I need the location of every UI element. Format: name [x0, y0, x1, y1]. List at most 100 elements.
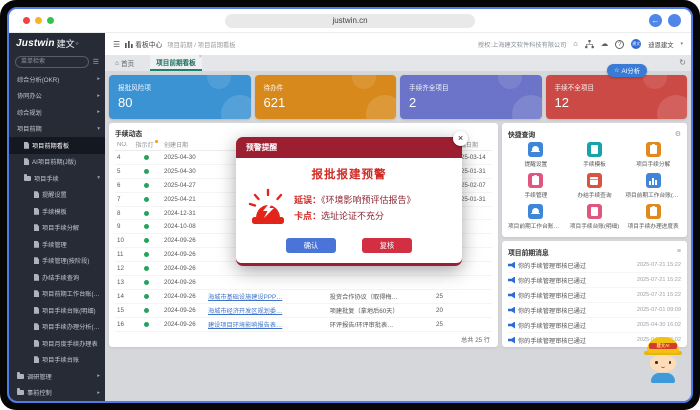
blocker-line: 卡点：选址论证不充分 — [294, 208, 450, 224]
mascot-label: 建文AI — [649, 343, 677, 349]
tab-dashboard[interactable]: 项目前期看板 × — [150, 55, 202, 71]
sidebar-item[interactable]: AI项目前期(J版) — [9, 154, 105, 171]
sidebar-item[interactable]: 项目手续 ▾ — [9, 170, 105, 187]
sidebar-item[interactable]: 项目前期看板 — [9, 137, 105, 154]
quick-link[interactable]: 手续管理 — [508, 173, 564, 199]
kpi-card[interactable]: 手续不全项目 12 — [546, 75, 688, 119]
green-light-icon — [144, 155, 149, 160]
review-button[interactable]: 复核 — [362, 238, 412, 253]
sidebar-item[interactable]: 项目前期工作台账(模版) — [9, 286, 105, 303]
kpi-card[interactable]: 手续齐全项目 2 — [400, 75, 542, 119]
siren-icon — [248, 188, 288, 228]
row-number: 13 — [115, 279, 132, 286]
sidebar-item[interactable]: 项目手续办理分析(按阶… — [9, 319, 105, 336]
sidebar-item[interactable]: 项目手续台账 — [9, 352, 105, 369]
message-item[interactable]: 你的手续管理审核已通过 2025-07-01 09:09 — [508, 303, 681, 318]
kpi-label: 手续齐全项目 — [409, 82, 533, 92]
kpi-card[interactable]: 报批风险项 80 — [109, 75, 251, 119]
quick-link[interactable]: 手续模板 — [567, 142, 623, 168]
quick-icon — [646, 173, 661, 188]
message-item[interactable]: 你的手续管理审核已通过 2025-04-30 16:02 — [508, 318, 681, 333]
sidebar-item[interactable]: 办结手续查询 — [9, 269, 105, 286]
project-link[interactable]: 海城市基础设施建设PPP… — [208, 292, 330, 301]
help-icon[interactable]: ? — [615, 40, 624, 49]
quick-link[interactable]: 项目前期工作台账总览 — [508, 204, 564, 230]
close-window-button[interactable] — [23, 17, 30, 24]
message-item[interactable]: 你的手续管理审核已通过 2025-07-21 15:22 — [508, 273, 681, 288]
item-icon — [34, 340, 39, 347]
menu-search-input[interactable] — [15, 56, 89, 68]
row-number: 8 — [115, 210, 132, 217]
quick-link[interactable]: 项目手续办理进度表 — [625, 204, 681, 230]
avatar[interactable]: 建文 — [631, 39, 641, 49]
chevron-down-icon[interactable]: ▾ — [680, 41, 683, 47]
quick-icon — [587, 142, 602, 157]
hamburger-icon[interactable]: ☰ — [113, 40, 120, 49]
home-icon[interactable]: ⌂ — [573, 40, 578, 48]
maximize-window-button[interactable] — [47, 17, 54, 24]
message-item[interactable]: 你的手续管理审核已通过 2025-07-21 15:22 — [508, 258, 681, 273]
tab-close-icon[interactable]: × — [199, 54, 202, 60]
indicator-cell — [132, 197, 164, 202]
refresh-icon[interactable]: ↻ — [679, 58, 686, 67]
sidebar-item[interactable]: 手续模板 — [9, 203, 105, 220]
item-icon — [34, 290, 39, 297]
sitemap-icon[interactable] — [585, 40, 594, 49]
close-icon[interactable]: × — [453, 131, 468, 146]
sidebar-item[interactable]: 手续管理 — [9, 236, 105, 253]
indicator-cell — [132, 308, 164, 313]
confirm-button[interactable]: 确认 — [286, 238, 336, 253]
item-icon — [34, 307, 39, 314]
sidebar-item[interactable]: 协同办公 ▸ — [9, 88, 105, 105]
gear-icon[interactable]: ⚙ — [675, 130, 681, 138]
minimize-window-button[interactable] — [35, 17, 42, 24]
quick-link[interactable]: 项目手续台账(明细) — [567, 204, 623, 230]
profile-circle-icon[interactable] — [668, 14, 681, 27]
logo-text-cn: 建文 — [57, 37, 75, 50]
sidebar-item[interactable]: 调研管理 ▸ — [9, 368, 105, 385]
board-center-link[interactable]: 看板中心 — [125, 39, 162, 49]
menu-list-icon[interactable]: ☰ — [93, 58, 99, 66]
theme-skin-icon[interactable]: ☁ — [601, 40, 609, 48]
sidebar-item[interactable]: 提醒设置 — [9, 187, 105, 204]
mascot-ai-assistant[interactable]: 建文AI — [643, 337, 683, 383]
ai-analyze-button[interactable]: ☆ AI分析 — [607, 64, 647, 77]
sidebar-item[interactable]: 项目手续分解 — [9, 220, 105, 237]
sidebar-item[interactable]: 事前控制 ▸ — [9, 385, 105, 402]
message-text: 你的手续管理审核已通过 — [518, 321, 634, 330]
item-icon — [34, 224, 39, 231]
sidebar-item[interactable]: 项目手续台账(明细) — [9, 302, 105, 319]
message-text: 你的手续管理审核已通过 — [518, 261, 634, 270]
sidebar-item[interactable]: 综合规划 ▸ — [9, 104, 105, 121]
project-link[interactable]: 海城市经济开发区规划委… — [208, 306, 330, 315]
menu-icon[interactable]: ≡ — [677, 248, 681, 255]
quick-link[interactable]: 项目手续分解 — [625, 142, 681, 168]
table-row[interactable]: 14 2024-09-26 海城市基础设施建设PPP… 投资合作协议（取得梅… … — [115, 290, 492, 304]
green-light-icon — [144, 238, 149, 243]
sidebar-item[interactable]: 项目月度手续办理表 — [9, 335, 105, 352]
back-arrow-icon[interactable]: ← — [649, 14, 662, 27]
item-icon — [17, 390, 24, 395]
kpi-value: 80 — [118, 95, 242, 110]
home-icon: ⌂ — [115, 60, 119, 67]
green-light-icon — [144, 322, 149, 327]
user-name[interactable]: 迪恩建文 — [648, 40, 673, 49]
quick-link[interactable]: 提醒设置 — [508, 142, 564, 168]
table-row[interactable]: 15 2024-09-26 海城市经济开发区规划委… 项建批复（拿地后60天） … — [115, 304, 492, 318]
quick-link[interactable]: 办结手续查询 — [567, 173, 623, 199]
project-link[interactable]: 建设项目环境影响报告表… — [208, 320, 330, 329]
message-item[interactable]: 你的手续管理审核已通过 2025-07-21 15:22 — [508, 288, 681, 303]
quick-link[interactable]: 项目前期工作台账(模版) — [625, 173, 681, 199]
quick-label: 项目手续台账(明细) — [567, 221, 623, 230]
kpi-card[interactable]: 待办件 621 — [255, 75, 397, 119]
row-number: 9 — [115, 223, 132, 230]
sidebar-item[interactable]: 项目前期 ▾ — [9, 121, 105, 138]
table-row[interactable]: 13 2024-09-26 — [115, 276, 492, 290]
sidebar-item[interactable]: 手续管理(按阶段) — [9, 253, 105, 270]
sidebar-item[interactable]: 综合分析(OKR) ▸ — [9, 71, 105, 88]
table-footer: 总共 25 行 — [115, 332, 492, 344]
table-row[interactable]: 16 2024-09-26 建设项目环境影响报告表… 环评报告/环评审批表… 2… — [115, 318, 492, 332]
created-date: 2024-09-26 — [164, 307, 208, 314]
url-bar[interactable]: justwin.cn — [225, 14, 475, 28]
tab-home[interactable]: ⌂ 首页 — [113, 58, 136, 71]
